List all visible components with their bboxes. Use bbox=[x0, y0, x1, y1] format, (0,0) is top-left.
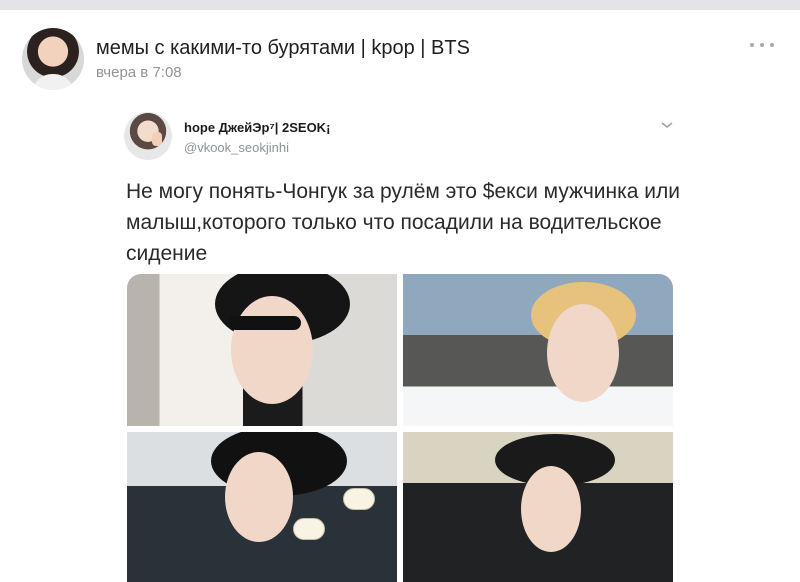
photo-bottom-right[interactable] bbox=[403, 432, 673, 582]
group-avatar[interactable] bbox=[22, 28, 84, 90]
photo-top-right[interactable] bbox=[403, 274, 673, 426]
post-time[interactable]: вчера в 7:08 bbox=[96, 64, 182, 81]
tweet-author-handle[interactable]: @vkook_seokjinhi bbox=[184, 140, 289, 155]
face-shape bbox=[231, 296, 313, 404]
tweet-photo-grid bbox=[127, 274, 673, 582]
chevron-down-icon[interactable] bbox=[660, 120, 674, 130]
avatar-shirt bbox=[32, 74, 74, 90]
embedded-tweet-card: hope ДжейЭр⁷| 2SEOK¡ @vkook_seokjinhi Не… bbox=[108, 104, 698, 582]
face-shape bbox=[521, 466, 581, 552]
photo-bottom-left[interactable] bbox=[127, 432, 397, 582]
tweet-text: Не могу понять-Чонгук за рулём это $екси… bbox=[126, 180, 681, 265]
tweet-author-avatar[interactable] bbox=[124, 112, 172, 160]
group-name-link[interactable]: мемы с какими-то бурятами | kpop | BTS bbox=[96, 37, 470, 60]
cloud-sticker-icon bbox=[343, 488, 375, 510]
avatar-hand bbox=[152, 132, 162, 146]
cloud-sticker-icon bbox=[293, 518, 325, 540]
tweet-author-name[interactable]: hope ДжейЭр⁷| 2SEOK¡ bbox=[184, 120, 330, 135]
post-header: мемы с какими-то бурятами | kpop | BTS в… bbox=[22, 28, 782, 92]
top-bar bbox=[0, 0, 800, 10]
photo-top-left[interactable] bbox=[127, 274, 397, 426]
more-options-icon[interactable] bbox=[750, 40, 774, 50]
sunglasses-shape bbox=[229, 316, 301, 330]
face-shape bbox=[225, 452, 293, 542]
face-shape bbox=[547, 304, 619, 402]
